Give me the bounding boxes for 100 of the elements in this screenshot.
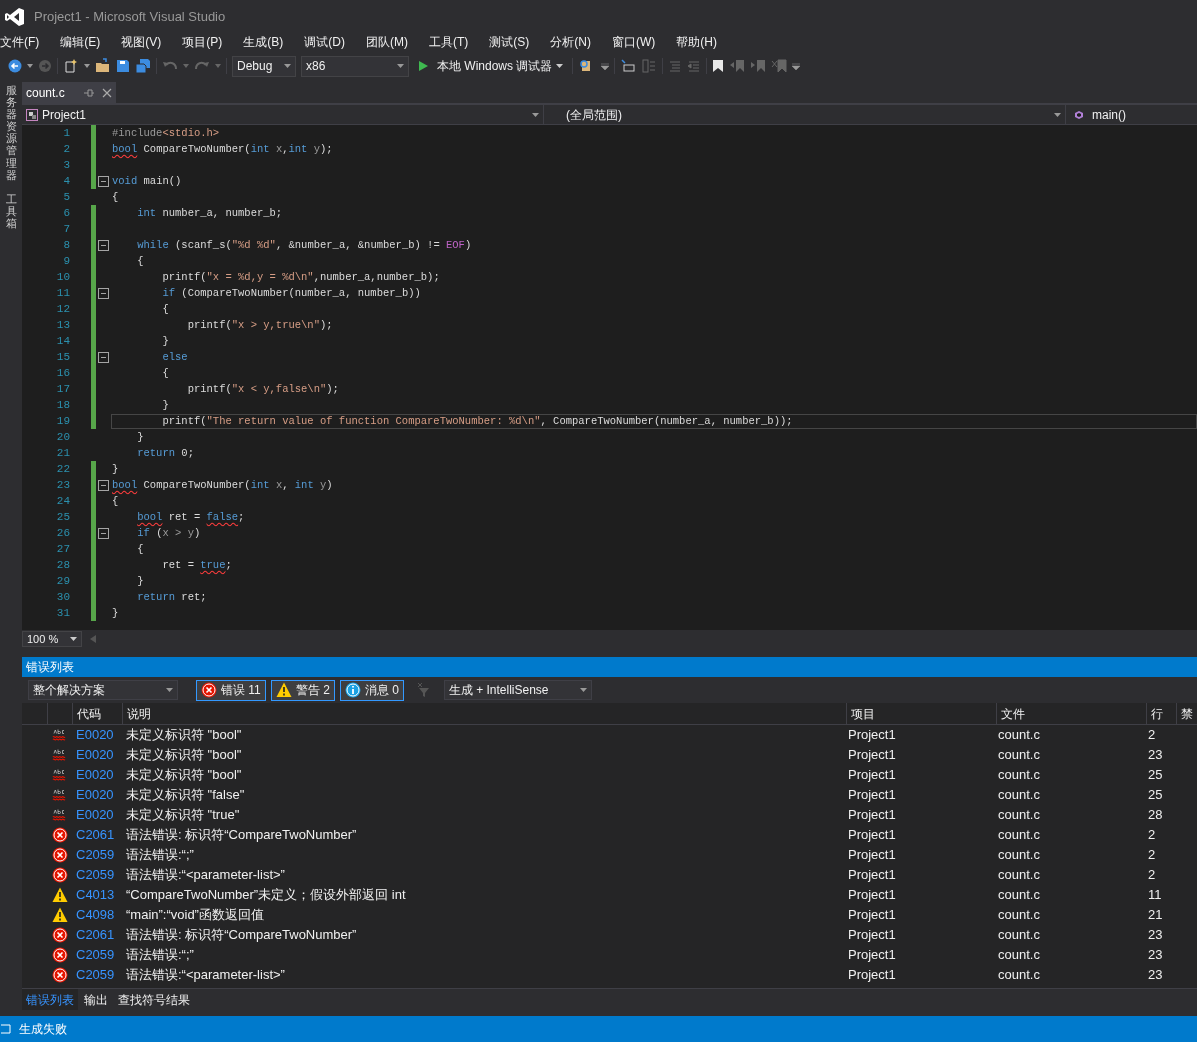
caret-icon[interactable] — [84, 64, 90, 68]
collapse-toggle[interactable] — [98, 239, 109, 251]
source-dropdown[interactable]: 生成 + IntelliSense — [443, 680, 592, 700]
scope-dropdown[interactable]: (全局范围) — [544, 105, 1066, 124]
collapse-toggle[interactable] — [98, 287, 109, 299]
caret-icon[interactable] — [27, 64, 33, 68]
caret-icon[interactable] — [792, 62, 801, 70]
error-row[interactable]: C4098 “main”:“void”函数返回值 Project1 count.c 21 — [22, 905, 1197, 925]
filter-button[interactable]: 警告 2 — [270, 679, 335, 701]
new-project-icon[interactable] — [63, 58, 79, 74]
menu-item[interactable]: 项目(P) — [176, 33, 229, 52]
collapse-toggle[interactable] — [98, 351, 109, 363]
collapse-toggle[interactable] — [98, 479, 109, 491]
error-row[interactable]: E0020 未定义标识符 "bool" Project1 count.c 2 — [22, 725, 1197, 745]
start-debugging-button[interactable]: 本地 Windows 调试器 — [414, 55, 568, 77]
side-panel-tab[interactable]: 工具箱 — [5, 192, 17, 230]
column-header[interactable]: 代码 — [72, 703, 122, 724]
line-number: 16 — [55, 365, 71, 381]
platform-dropdown[interactable]: x86 — [301, 55, 409, 77]
menu-item[interactable]: 编辑(E) — [54, 33, 107, 52]
error-row[interactable]: C2059 语法错误:“<parameter-list>” Project1 count.c 23 — [22, 965, 1197, 985]
error-row[interactable]: C2059 语法错误:“;” Project1 count.c 23 — [22, 945, 1197, 965]
toolbar-icon[interactable] — [620, 58, 637, 74]
line-number: 15 — [55, 349, 71, 365]
menu-item[interactable]: 团队(M) — [360, 33, 414, 52]
error-row[interactable]: C2061 语法错误: 标识符“CompareTwoNumber” Project1 count.c 23 — [22, 925, 1197, 945]
menu-item[interactable]: 分析(N) — [544, 33, 597, 52]
column-header[interactable]: 禁 — [1176, 703, 1197, 724]
collapse-toggle[interactable] — [98, 527, 109, 539]
error-icon — [201, 682, 217, 698]
error-row[interactable]: C2059 语法错误:“;” Project1 count.c 2 — [22, 845, 1197, 865]
member-dropdown[interactable]: main() — [1066, 105, 1197, 124]
menu-item[interactable]: 帮助(H) — [670, 33, 723, 52]
filter-button[interactable]: 错误 11 — [196, 679, 266, 701]
bookmark-icon[interactable] — [712, 59, 725, 73]
spelling-error-icon — [52, 807, 68, 823]
menu-item[interactable]: 窗口(W) — [606, 33, 662, 52]
document-tab[interactable]: count.c — [22, 82, 116, 103]
warning-icon — [52, 907, 68, 923]
column-header[interactable]: 项目 — [846, 703, 996, 724]
save-icon[interactable] — [116, 59, 130, 73]
caret-icon[interactable] — [215, 64, 221, 68]
error-row[interactable]: E0020 未定义标识符 "bool" Project1 count.c 23 — [22, 745, 1197, 765]
error-row[interactable]: C2061 语法错误: 标识符“CompareTwoNumber” Project1 count.c 2 — [22, 825, 1197, 845]
menu-item[interactable]: 视图(V) — [115, 33, 168, 52]
menu-item[interactable]: 测试(S) — [483, 33, 536, 52]
project-icon — [26, 108, 38, 121]
error-row[interactable]: E0020 未定义标识符 "true" Project1 count.c 28 — [22, 805, 1197, 825]
scope-dropdown[interactable]: 整个解决方案 — [28, 680, 178, 700]
code-line: ret = true; — [161, 557, 233, 573]
code-line: bool CompareTwoNumber(int x,int y); — [111, 141, 334, 157]
error-row[interactable]: C2059 语法错误:“<parameter-list>” Project1 count.c 2 — [22, 865, 1197, 885]
caret-icon[interactable] — [183, 64, 189, 68]
line-number: 11 — [55, 285, 71, 301]
menu-item[interactable]: 调试(D) — [298, 33, 351, 52]
caret-icon — [1054, 112, 1061, 117]
error-row[interactable]: E0020 未定义标识符 "bool" Project1 count.c 25 — [22, 765, 1197, 785]
next-bookmark-icon[interactable] — [750, 59, 767, 73]
line-number: 26 — [55, 525, 71, 541]
code-line: { — [111, 493, 120, 509]
menu-item[interactable]: 生成(B) — [237, 33, 290, 52]
line-number: 12 — [55, 301, 71, 317]
code-line: } — [161, 333, 170, 349]
member-name: main() — [1092, 106, 1126, 124]
error-row[interactable]: C4013 “CompareTwoNumber”未定义；假设外部返回 int Project1 count.c 11 — [22, 885, 1197, 905]
column-header[interactable]: 说明 — [122, 703, 846, 724]
line-number: 18 — [55, 397, 71, 413]
error-icon — [52, 967, 68, 983]
code-line: bool ret = false; — [136, 509, 246, 525]
code-line: } — [111, 605, 120, 621]
column-header[interactable]: 行 — [1146, 703, 1176, 724]
code-line: { — [161, 301, 170, 317]
caret-icon[interactable] — [601, 62, 610, 70]
project-dropdown[interactable]: Project1 — [22, 105, 544, 124]
spelling-error-icon — [52, 727, 68, 743]
line-number: 29 — [55, 573, 71, 589]
panel-tab[interactable]: 错误列表 — [22, 988, 78, 1011]
menu-item[interactable]: 文件(F) — [0, 33, 46, 52]
side-panel-tab[interactable]: 服务器资源管理器 — [5, 84, 17, 181]
configuration-dropdown[interactable]: Debug — [232, 55, 296, 77]
error-row[interactable]: E0020 未定义标识符 "false" Project1 count.c 25 — [22, 785, 1197, 805]
panel-tab[interactable]: 输出 — [80, 988, 112, 1011]
line-number: 4 — [62, 173, 71, 189]
caret-icon — [284, 64, 291, 68]
panel-tab[interactable]: 查找符号结果 — [114, 988, 194, 1011]
line-number: 20 — [55, 429, 71, 445]
code-line: printf("x = %d,y = %d\n",number_a,number_b); — [161, 269, 441, 285]
collapse-toggle[interactable] — [98, 175, 109, 187]
save-all-icon[interactable] — [135, 58, 151, 74]
caret-icon — [397, 64, 404, 68]
back-icon[interactable] — [8, 59, 22, 73]
column-header[interactable]: 文件 — [996, 703, 1146, 724]
code-line: #include<stdio.h> — [111, 125, 221, 141]
error-icon — [52, 847, 68, 863]
menu-item[interactable]: 工具(T) — [423, 33, 475, 52]
clear-bookmarks-icon[interactable] — [771, 59, 788, 73]
zoom-dropdown[interactable]: 100 % — [22, 631, 82, 647]
line-number: 28 — [55, 557, 71, 573]
filter-button[interactable]: 消息 0 — [339, 679, 404, 701]
open-folder-icon[interactable] — [95, 58, 111, 74]
